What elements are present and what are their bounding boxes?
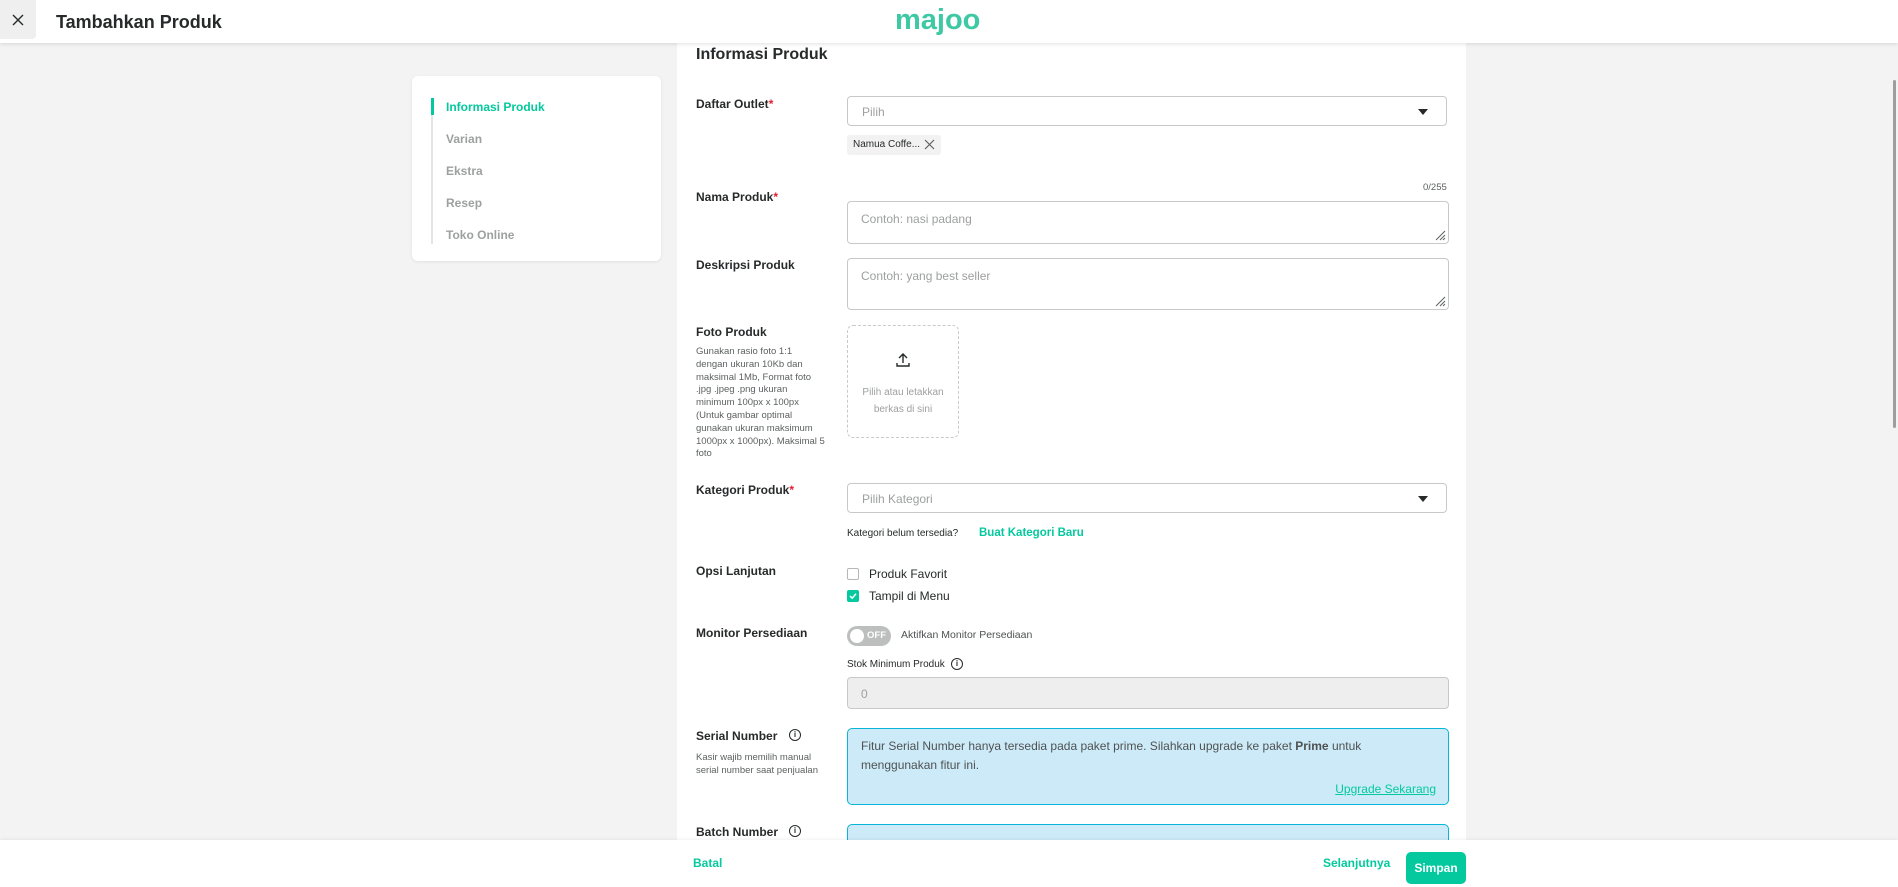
stock-monitor-toggle[interactable]: OFF bbox=[847, 626, 891, 646]
description-input[interactable]: Contoh: yang best seller bbox=[847, 258, 1449, 310]
info-icon[interactable]: i bbox=[951, 658, 963, 670]
majoo-logo: majoo bbox=[895, 4, 980, 36]
checkmark-icon bbox=[849, 593, 857, 600]
photo-label: Foto Produk bbox=[696, 325, 767, 339]
chevron-down-icon bbox=[1418, 109, 1428, 115]
resize-handle-icon[interactable] bbox=[1434, 229, 1446, 241]
outlet-label: Daftar Outlet* bbox=[696, 97, 774, 111]
cancel-button[interactable]: Batal bbox=[693, 856, 722, 870]
resize-handle-icon[interactable] bbox=[1434, 295, 1446, 307]
info-icon[interactable]: i bbox=[789, 729, 801, 741]
bottom-action-bar: Batal Selanjutnya Simpan bbox=[0, 840, 1898, 887]
side-navigation: Informasi Produk Varian Ekstra Resep Tok… bbox=[412, 76, 661, 261]
close-icon bbox=[12, 14, 24, 25]
category-select-placeholder: Pilih Kategori bbox=[862, 492, 933, 506]
batch-number-label: Batch Number bbox=[696, 825, 779, 839]
serial-number-label: Serial Number bbox=[696, 729, 778, 743]
nav-item-resep[interactable]: Resep bbox=[446, 196, 482, 210]
nav-item-toko-online[interactable]: Toko Online bbox=[446, 228, 514, 242]
show-in-menu-checkbox[interactable] bbox=[847, 590, 859, 602]
photo-help-text: Gunakan rasio foto 1:1 dengan ukuran 10K… bbox=[696, 346, 825, 460]
nav-item-varian[interactable]: Varian bbox=[446, 132, 482, 146]
scrollbar-thumb[interactable] bbox=[1893, 80, 1896, 428]
product-form-card: Informasi Produk Daftar Outlet* Pilih Na… bbox=[677, 43, 1466, 864]
close-button[interactable] bbox=[0, 0, 36, 39]
favorite-checkbox-label: Produk Favorit bbox=[869, 567, 948, 581]
favorite-checkbox[interactable] bbox=[847, 568, 859, 580]
category-label: Kategori Produk* bbox=[696, 483, 795, 497]
category-select[interactable]: Pilih Kategori bbox=[847, 483, 1447, 513]
toggle-knob bbox=[850, 629, 864, 643]
photo-upload-dropzone[interactable]: Pilih atau letakkan berkas di sini bbox=[847, 325, 959, 438]
remove-chip-icon[interactable] bbox=[924, 139, 935, 150]
min-stock-label: Stok Minimum Produk bbox=[847, 659, 945, 670]
page-title: Tambahkan Produk bbox=[56, 12, 222, 32]
chevron-down-icon bbox=[1418, 496, 1428, 502]
section-title: Informasi Produk bbox=[696, 46, 828, 63]
upgrade-now-link[interactable]: Upgrade Sekarang bbox=[1335, 782, 1436, 796]
save-button[interactable]: Simpan bbox=[1406, 852, 1466, 884]
next-button[interactable]: Selanjutnya bbox=[1323, 856, 1390, 870]
outlet-chip: Namua Coffe... bbox=[847, 135, 941, 155]
serial-number-upgrade-notice: Fitur Serial Number hanya tersedia pada … bbox=[847, 728, 1449, 805]
serial-number-help: Kasir wajib memilih manual serial number… bbox=[696, 752, 818, 776]
upload-icon bbox=[896, 353, 910, 367]
category-missing-text: Kategori belum tersedia? bbox=[847, 528, 959, 539]
product-name-placeholder: Contoh: nasi padang bbox=[861, 212, 972, 226]
advanced-options-label: Opsi Lanjutan bbox=[696, 564, 777, 578]
outlet-select-placeholder: Pilih bbox=[862, 105, 885, 119]
serial-number-message: Fitur Serial Number hanya tersedia pada … bbox=[861, 739, 1362, 772]
nav-item-informasi-produk[interactable]: Informasi Produk bbox=[446, 100, 545, 114]
top-bar: Tambahkan Produk majoo bbox=[0, 0, 1898, 43]
stock-monitor-label: Monitor Persediaan bbox=[696, 626, 808, 640]
nav-track bbox=[431, 98, 433, 244]
toggle-state-text: OFF bbox=[867, 630, 886, 641]
outlet-chip-label: Namua Coffe... bbox=[853, 139, 921, 150]
description-label: Deskripsi Produk bbox=[696, 258, 795, 272]
product-name-input[interactable]: Contoh: nasi padang bbox=[847, 201, 1449, 244]
product-name-label: Nama Produk* bbox=[696, 190, 779, 204]
info-icon[interactable]: i bbox=[789, 825, 801, 837]
min-stock-input: 0 bbox=[847, 677, 1449, 709]
show-in-menu-label: Tampil di Menu bbox=[869, 589, 950, 603]
upload-text: Pilih atau letakkan berkas di sini bbox=[862, 387, 944, 415]
stock-toggle-label: Aktifkan Monitor Persediaan bbox=[901, 629, 1033, 641]
svg-text:majoo: majoo bbox=[895, 4, 980, 36]
nav-item-ekstra[interactable]: Ekstra bbox=[446, 164, 483, 178]
char-counter: 0/255 bbox=[1423, 182, 1447, 193]
outlet-select[interactable]: Pilih bbox=[847, 96, 1447, 126]
description-placeholder: Contoh: yang best seller bbox=[861, 269, 991, 283]
nav-active-indicator bbox=[431, 98, 434, 115]
min-stock-value: 0 bbox=[861, 687, 868, 701]
create-category-link[interactable]: Buat Kategori Baru bbox=[979, 527, 1084, 539]
